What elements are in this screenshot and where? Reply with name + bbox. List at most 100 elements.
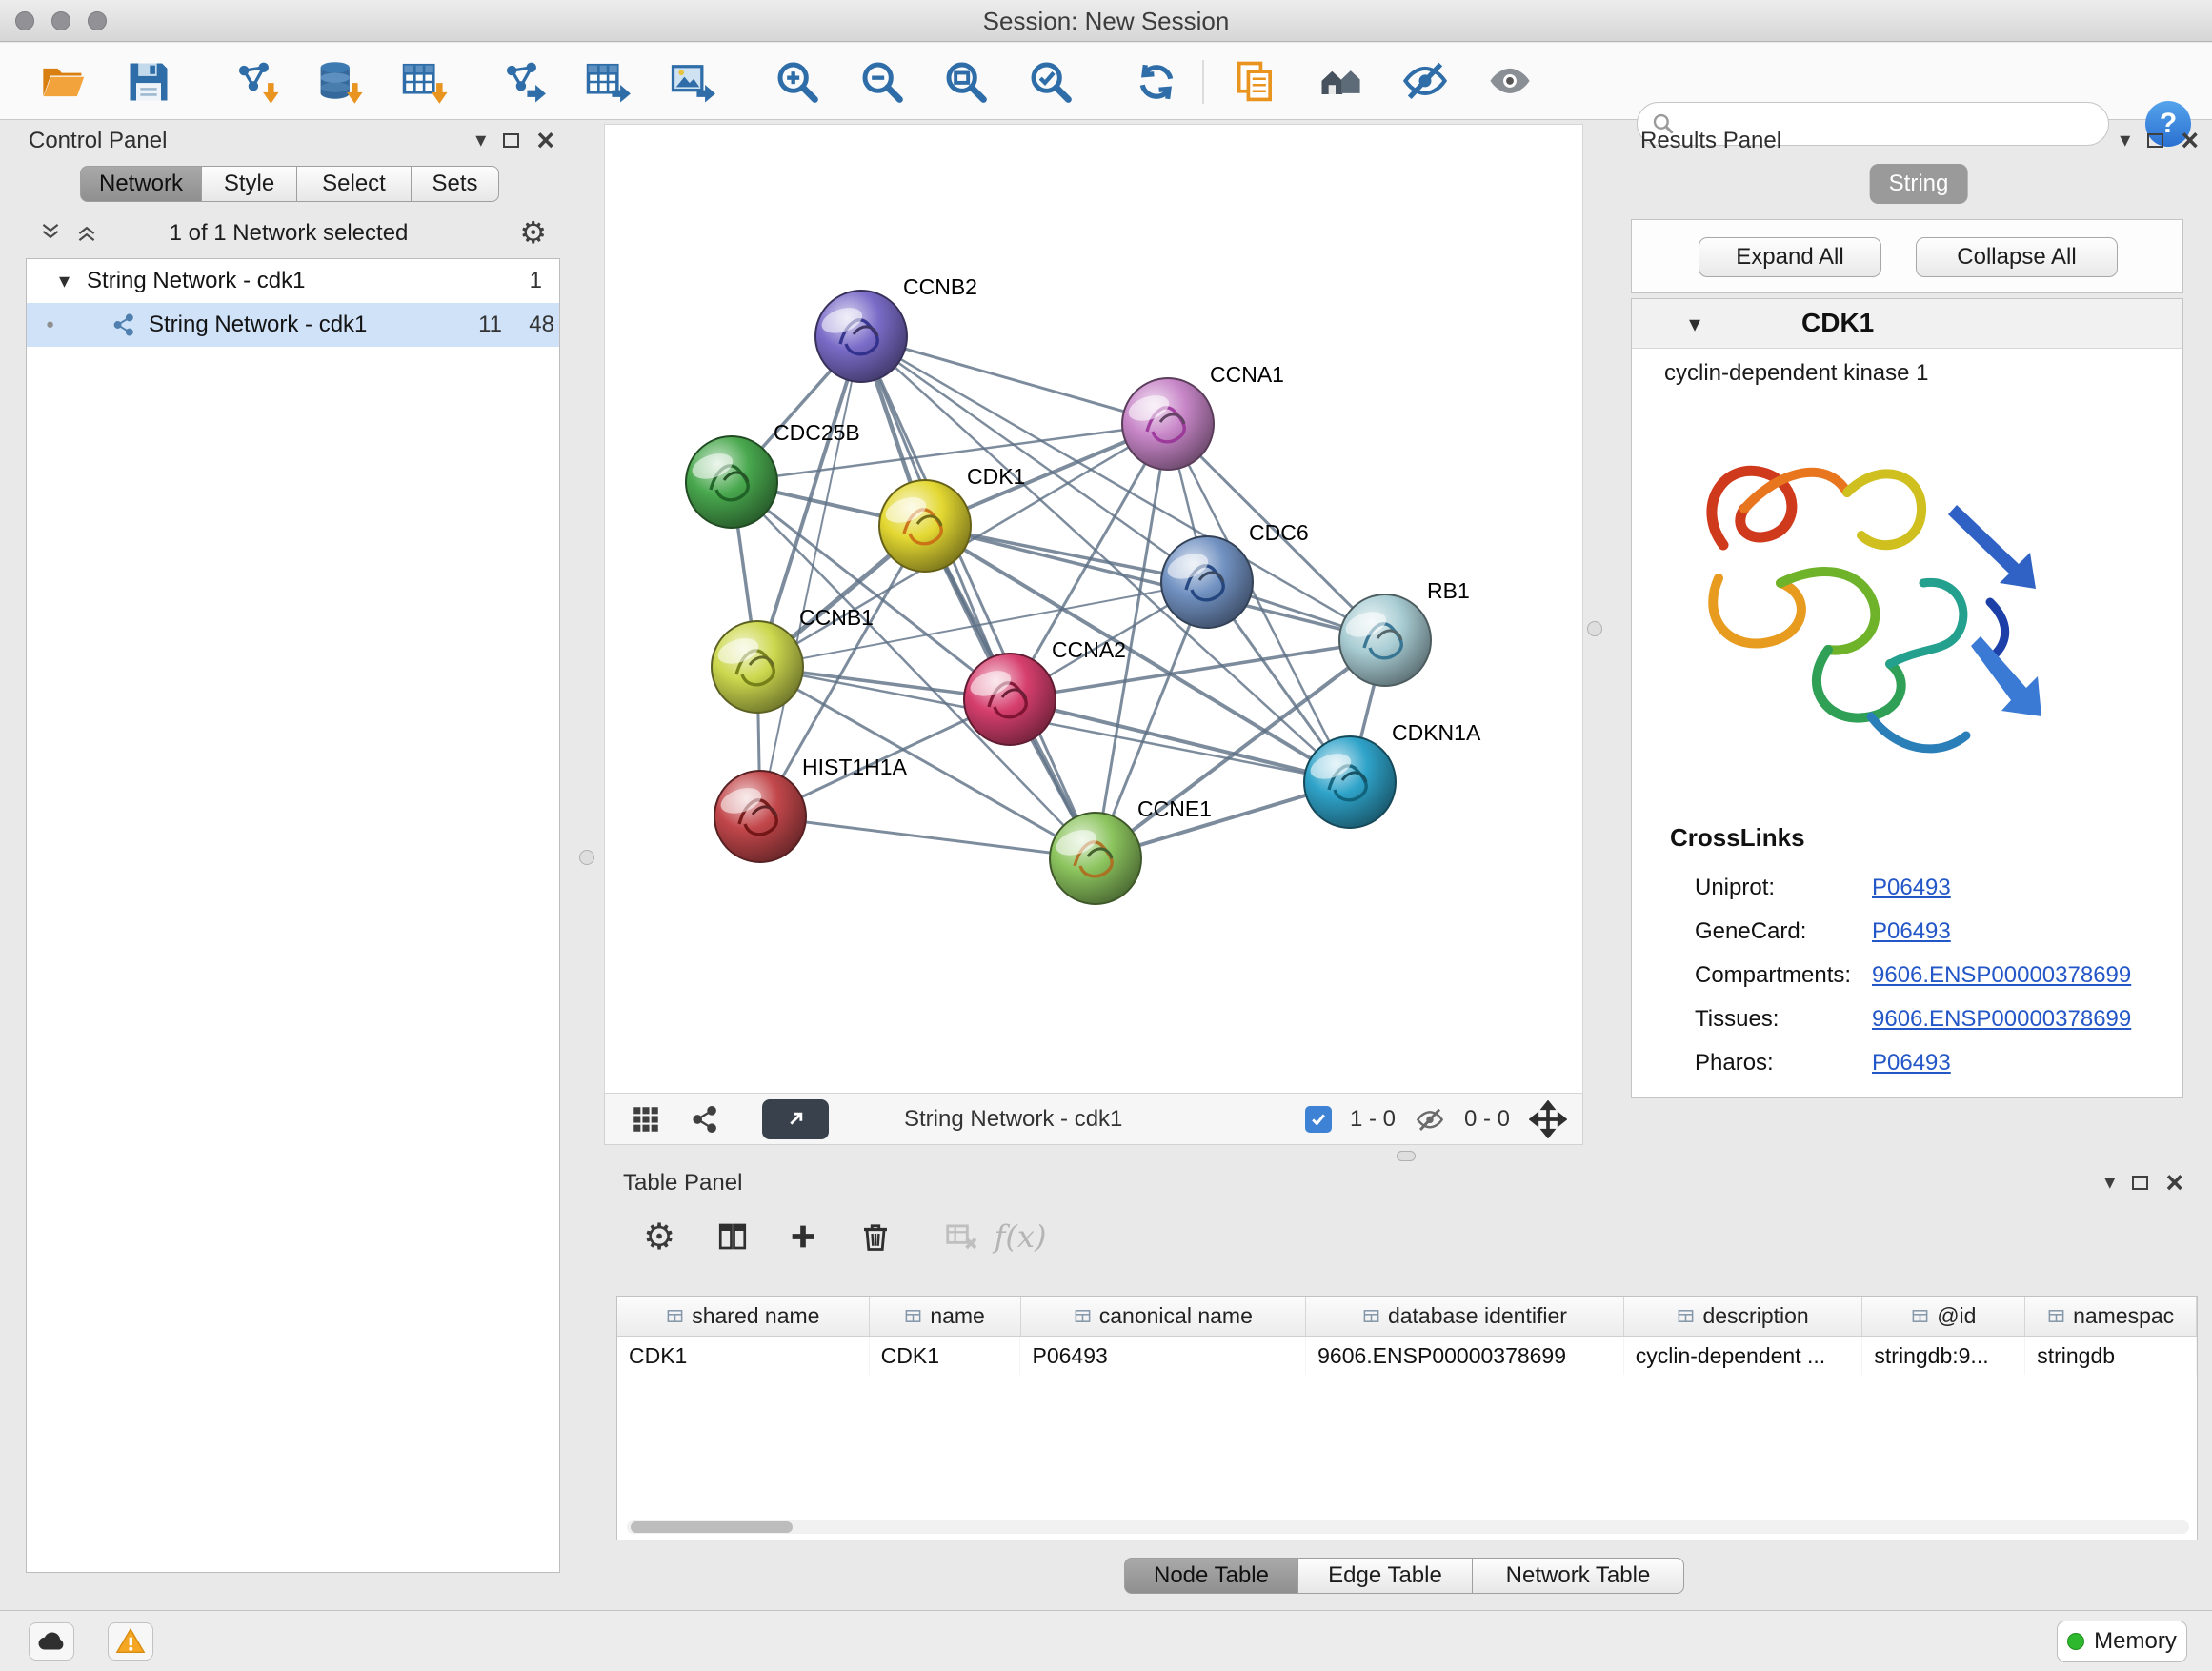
crosslink-row: Pharos:P06493 (1632, 1042, 2182, 1086)
network-node-hist1h1a[interactable]: HIST1H1A (714, 755, 908, 862)
tab-style[interactable]: Style (202, 166, 297, 202)
table-row[interactable]: CDK1CDK1P064939606.ENSP00000378699cyclin… (617, 1337, 2197, 1375)
memory-button[interactable]: Memory (2057, 1621, 2187, 1662)
crosslinks-list: Uniprot:P06493GeneCard:P06493Compartment… (1632, 867, 2182, 1086)
save-session-button[interactable] (122, 55, 175, 109)
network-node-cdc25b[interactable]: CDC25B (686, 420, 860, 528)
home-panels-button[interactable] (1314, 55, 1367, 109)
zoom-fit-icon (941, 57, 991, 107)
node-label-cdk1: CDK1 (967, 464, 1025, 489)
import-network-file-button[interactable] (228, 55, 281, 109)
crosslink-label: Uniprot: (1695, 875, 1775, 901)
network-node-ccnb2[interactable]: CCNB2 (815, 274, 977, 382)
export-network-button[interactable] (495, 55, 549, 109)
import-network-database-button[interactable] (312, 55, 365, 109)
zoom-selected-button[interactable] (1024, 55, 1077, 109)
splitter-handle[interactable] (1587, 621, 1602, 636)
gene-header[interactable]: ▾ CDK1 (1632, 299, 2182, 349)
panel-close-icon[interactable]: × (2165, 1173, 2183, 1192)
warnings-button[interactable] (108, 1622, 153, 1661)
export-image-button[interactable] (665, 55, 718, 109)
panel-float-icon[interactable] (503, 133, 519, 148)
splitter-handle[interactable] (579, 850, 594, 865)
panel-float-icon[interactable] (2147, 133, 2163, 148)
gene-full-name: cyclin-dependent kinase 1 (1664, 360, 1929, 387)
copy-documents-button[interactable] (1229, 55, 1282, 109)
panel-float-icon[interactable] (2132, 1176, 2148, 1190)
crosslink-value-link[interactable]: 9606.ENSP00000378699 (1872, 1006, 2131, 1033)
horizontal-scrollbar[interactable] (627, 1520, 2189, 1534)
network-overview-icon[interactable] (689, 1103, 721, 1136)
show-columns-icon[interactable] (712, 1216, 754, 1258)
network-node-ccna1[interactable]: CCNA1 (1122, 362, 1284, 470)
tab-select[interactable]: Select (297, 166, 412, 202)
node-label-ccnb1: CCNB1 (799, 605, 874, 630)
crosslink-value-link[interactable]: P06493 (1872, 1050, 1951, 1077)
open-session-button[interactable] (37, 55, 90, 109)
table-settings-gear-icon[interactable]: ⚙ (638, 1216, 680, 1258)
zoom-in-button[interactable] (771, 55, 824, 109)
network-node-rb1[interactable]: RB1 (1339, 578, 1470, 686)
network-canvas[interactable]: CCNB2CCNA1CDC25BCDK1CDC6RB1CCNB1CCNA2CDK… (604, 124, 1583, 1094)
node-label-hist1h1a: HIST1H1A (802, 755, 908, 779)
selected-nodes-checkbox[interactable] (1305, 1106, 1332, 1133)
scrollbar-thumb[interactable] (631, 1521, 793, 1533)
table-cell: stringdb:9... (1862, 1337, 2025, 1375)
column-header-name[interactable]: name (870, 1297, 1021, 1336)
network-tree-root-row[interactable]: ▾ String Network - cdk1 1 (27, 259, 559, 303)
network-node-cdc6[interactable]: CDC6 (1161, 520, 1309, 628)
gear-icon[interactable]: ⚙ (519, 214, 547, 251)
crosslink-label: Tissues: (1695, 1006, 1779, 1033)
tab-string[interactable]: String (1870, 164, 1968, 204)
panel-close-icon[interactable]: × (536, 131, 554, 150)
column-header-namespac[interactable]: namespac (2025, 1297, 2197, 1336)
open-view-button[interactable] (762, 1099, 829, 1139)
network-node-cdkn1a[interactable]: CDKN1A (1304, 720, 1481, 828)
results-panel-title: Results Panel (1640, 128, 1781, 154)
network-node-cdk1[interactable]: CDK1 (879, 464, 1025, 572)
hide-selected-button[interactable] (1398, 55, 1452, 109)
zoom-fit-button[interactable] (939, 55, 993, 109)
export-table-button[interactable] (580, 55, 633, 109)
tab-edge-table[interactable]: Edge Table (1298, 1558, 1473, 1594)
crosslink-value-link[interactable]: 9606.ENSP00000378699 (1872, 962, 2131, 989)
crosslink-value-link[interactable]: P06493 (1872, 875, 1951, 901)
column-header-description[interactable]: description (1624, 1297, 1863, 1336)
pan-move-icon[interactable] (1529, 1100, 1567, 1138)
column-header-canonical-name[interactable]: canonical name (1021, 1297, 1307, 1336)
tab-network-table[interactable]: Network Table (1473, 1558, 1684, 1594)
crosslink-value-link[interactable]: P06493 (1872, 918, 1951, 945)
tab-network[interactable]: Network (80, 166, 202, 202)
show-all-button[interactable] (1483, 55, 1537, 109)
tab-sets[interactable]: Sets (412, 166, 499, 202)
control-panel-title: Control Panel (29, 128, 167, 154)
collapse-all-button[interactable]: Collapse All (1916, 237, 2118, 277)
network-collection-count: 1 (530, 268, 542, 294)
column-header--id[interactable]: @id (1862, 1297, 2025, 1336)
birds-eye-grid-icon[interactable] (630, 1103, 662, 1136)
hidden-count: 0 - 0 (1464, 1094, 1510, 1145)
node-label-cdc6: CDC6 (1249, 520, 1309, 545)
collapse-section-icon[interactable]: ▾ (1689, 311, 1700, 338)
expand-all-button[interactable]: Expand All (1699, 237, 1881, 277)
panel-menu-icon[interactable]: ▾ (475, 128, 486, 152)
hidden-eye-slash-icon[interactable] (1415, 1105, 1445, 1136)
tab-node-table[interactable]: Node Table (1124, 1558, 1298, 1594)
protein-structure-image (1666, 402, 2047, 812)
add-column-icon[interactable] (782, 1216, 824, 1258)
column-header-database-identifier[interactable]: database identifier (1306, 1297, 1624, 1336)
node-label-ccnb2: CCNB2 (903, 274, 977, 299)
crosslinks-heading: CrossLinks (1670, 823, 1805, 853)
refresh-view-button[interactable] (1130, 55, 1183, 109)
delete-column-trash-icon[interactable] (855, 1216, 896, 1258)
zoom-out-button[interactable] (855, 55, 909, 109)
column-header-shared-name[interactable]: shared name (617, 1297, 870, 1336)
panel-menu-icon[interactable]: ▾ (2104, 1170, 2115, 1195)
import-table-button[interactable] (396, 55, 450, 109)
tree-caret-icon[interactable]: ▾ (59, 269, 70, 293)
network-tree-item-row[interactable]: ● String Network - cdk1 11 48 (27, 303, 559, 347)
cloud-button[interactable] (29, 1622, 74, 1661)
panel-close-icon[interactable]: × (2181, 131, 2199, 150)
application-window: Session: New Session (0, 0, 2212, 1671)
panel-menu-icon[interactable]: ▾ (2120, 128, 2130, 152)
